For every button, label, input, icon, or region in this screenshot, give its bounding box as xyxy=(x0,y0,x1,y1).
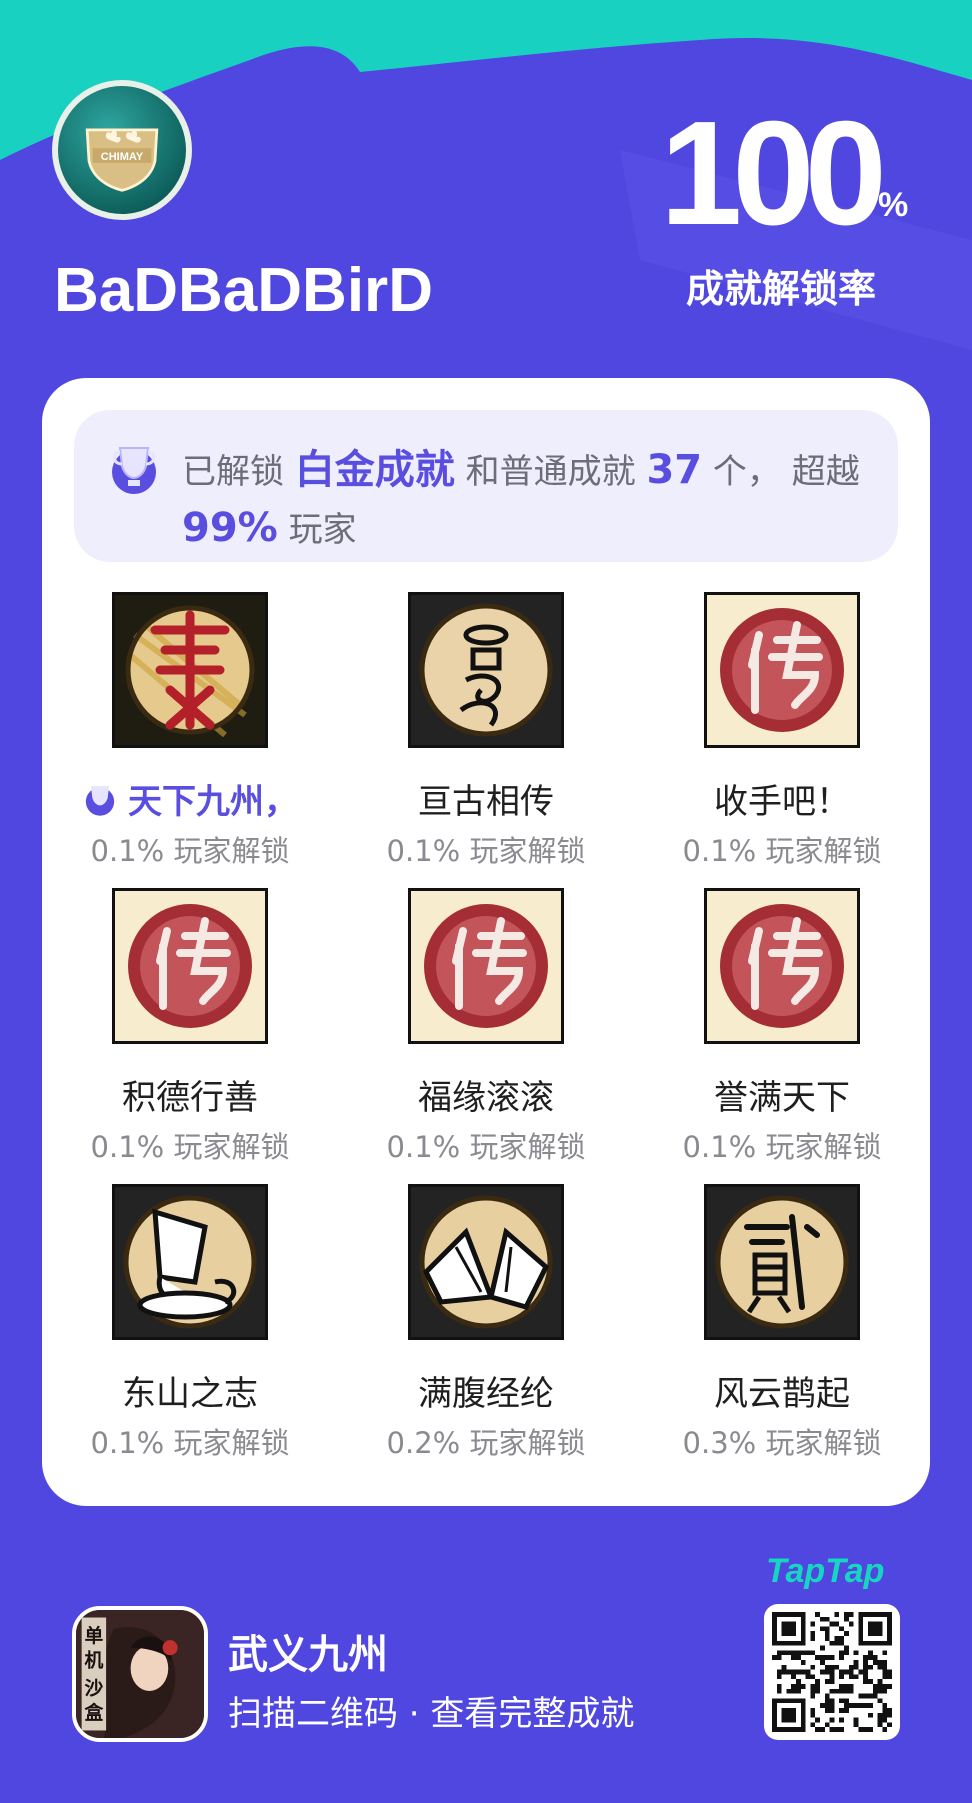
exceed-prefix: 超越 xyxy=(791,452,860,492)
achievement-name: 风云鹊起 xyxy=(714,1374,850,1414)
achievement-name-text: 天下九州， xyxy=(128,782,298,822)
achievement-unlock-percent: 0.1% 玩家解锁 xyxy=(682,834,882,868)
achievement-name: 东山之志 xyxy=(122,1374,258,1414)
count-unit: 个， xyxy=(712,452,781,492)
chuan-seal-icon xyxy=(112,888,268,1044)
achievement-tile[interactable]: 东山之志 0.1% 玩家解锁 xyxy=(42,1184,338,1480)
game-logo[interactable]: 单 机 沙 盒 xyxy=(72,1606,208,1742)
taptap-logo: TapTap xyxy=(766,1552,885,1590)
achievement-unlock-percent: 0.1% 玩家解锁 xyxy=(386,1130,586,1164)
achievement-name: 收手吧！ xyxy=(714,782,850,822)
platinum-trophy-icon xyxy=(112,447,156,494)
qr-code[interactable] xyxy=(764,1604,900,1740)
achievement-unlock-percent: 0.1% 玩家解锁 xyxy=(682,1130,882,1164)
achievement-name: 天下九州， xyxy=(42,774,338,823)
achievement-name: 誉满天下 xyxy=(714,1078,850,1118)
achievement-unlock-percent: 0.1% 玩家解锁 xyxy=(386,834,586,868)
achievement-count: 37 xyxy=(646,447,703,493)
unlock-rate-label: 成就解锁率 xyxy=(686,267,877,311)
achievement-tile[interactable]: 福缘滚滚 0.1% 玩家解锁 xyxy=(338,888,634,1184)
summary-middle: 和普通成就 xyxy=(465,452,636,492)
game-logo-char: 沙 xyxy=(84,1678,103,1700)
achievement-card: 已解锁 白金成就 和普通成就 37 个， 超越 99% 玩家 天下九州， 0.1… xyxy=(42,378,930,1506)
achievement-name: 亘古相传 xyxy=(418,782,554,822)
unlock-rate-unit: % xyxy=(878,186,909,224)
game-logo-char: 单 xyxy=(84,1624,103,1647)
unlock-rate-value: 100 xyxy=(660,91,887,256)
achievement-name: 满腹经纶 xyxy=(418,1374,554,1414)
achievement-tile[interactable]: 风云鹊起 0.3% 玩家解锁 xyxy=(634,1184,930,1480)
teapot-icon xyxy=(112,1184,268,1340)
platinum-label: 白金成就 xyxy=(294,447,455,493)
summary-text: 已解锁 白金成就 和普通成就 37 个， 超越 99% 玩家 xyxy=(182,442,872,558)
summary-prefix: 已解锁 xyxy=(182,452,284,492)
ancient-seal-icon xyxy=(408,592,564,748)
achievement-unlock-percent: 0.1% 玩家解锁 xyxy=(90,1426,290,1460)
game-name: 武义九州 xyxy=(228,1632,388,1678)
yi-character-icon xyxy=(112,592,268,748)
avatar-badge-text: CHIMAY xyxy=(101,151,144,163)
achievement-unlock-percent: 0.1% 玩家解锁 xyxy=(90,1130,290,1164)
platinum-trophy-icon xyxy=(85,786,115,816)
achievement-tile[interactable]: 天下九州， 0.1% 玩家解锁 xyxy=(42,592,338,888)
chuan-seal-icon xyxy=(408,888,564,1044)
achievement-tile[interactable]: 积德行善 0.1% 玩家解锁 xyxy=(42,888,338,1184)
username: BaDBaDBirD xyxy=(54,256,433,325)
achievement-name: 积德行善 xyxy=(122,1078,258,1118)
exceed-suffix: 玩家 xyxy=(288,510,357,550)
avatar[interactable]: CHIMAY xyxy=(52,80,192,220)
summary-banner: 已解锁 白金成就 和普通成就 37 个， 超越 99% 玩家 xyxy=(74,410,898,562)
scan-hint: 扫描二维码 · 查看完整成就 xyxy=(228,1694,635,1734)
achievement-tile[interactable]: 亘古相传 0.1% 玩家解锁 xyxy=(338,592,634,888)
book-icon xyxy=(408,1184,564,1340)
er-character-icon xyxy=(704,1184,860,1340)
achievement-tile[interactable]: 满腹经纶 0.2% 玩家解锁 xyxy=(338,1184,634,1480)
chimay-badge-icon: CHIMAY xyxy=(58,86,186,214)
exceed-percent: 99% xyxy=(182,505,278,551)
game-logo-char: 盒 xyxy=(83,1701,103,1724)
achievement-tile[interactable]: 誉满天下 0.1% 玩家解锁 xyxy=(634,888,930,1184)
achievement-unlock-percent: 0.2% 玩家解锁 xyxy=(386,1426,586,1460)
chuan-seal-icon xyxy=(704,592,860,748)
achievement-name: 福缘滚滚 xyxy=(418,1078,554,1118)
game-logo-char: 机 xyxy=(84,1649,103,1671)
achievement-unlock-percent: 0.3% 玩家解锁 xyxy=(682,1426,882,1460)
achievement-unlock-percent: 0.1% 玩家解锁 xyxy=(90,834,290,868)
chuan-seal-icon xyxy=(704,888,860,1044)
achievement-tile[interactable]: 收手吧！ 0.1% 玩家解锁 xyxy=(634,592,930,888)
